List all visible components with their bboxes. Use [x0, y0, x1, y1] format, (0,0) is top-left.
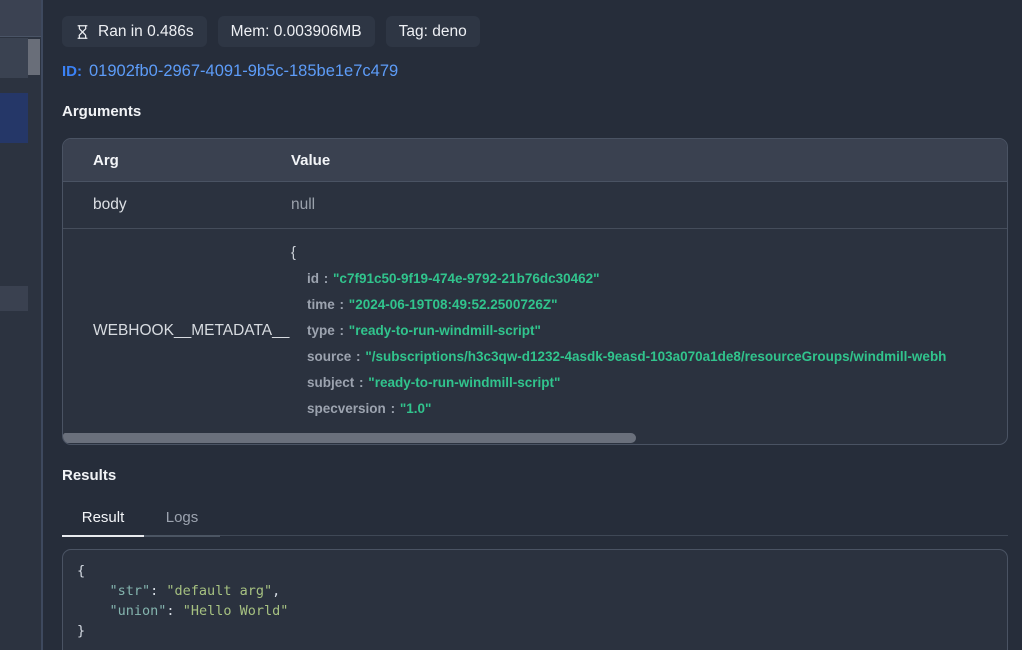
run-detail-panel: Ran in 0.486s Mem: 0.003906MB Tag: deno …: [43, 0, 1022, 650]
table-horizontal-scrollbar[interactable]: [63, 433, 1007, 444]
table-row-webhook-metadata: WEBHOOK__METADATA__ { id : "c7f91c50-9f1…: [63, 229, 1007, 431]
sidebar-lower-block[interactable]: [0, 286, 28, 311]
json-key: source: [307, 349, 351, 364]
result-close-brace: }: [77, 621, 993, 641]
result-line-union: "union": "Hello World": [77, 601, 993, 621]
json-value: "/subscriptions/h3c3qw-d1232-4asdk-9easd…: [365, 349, 946, 364]
json-object-viewer: { id : "c7f91c50-9f19-474e-9792-21b76dc3…: [291, 240, 1007, 422]
result-value: "Hello World": [183, 603, 289, 619]
result-json-output: { "str": "default arg", "union": "Hello …: [62, 549, 1008, 650]
arg-name-body: body: [63, 196, 291, 214]
results-tabs: Result Logs: [62, 501, 1008, 536]
json-entry-time: time : "2024-06-19T08:49:52.2500726Z": [307, 292, 1007, 318]
sidebar-selected-node[interactable]: [0, 93, 28, 143]
result-open-brace: {: [77, 561, 993, 581]
json-value: "ready-to-run-windmill-script": [349, 323, 541, 338]
result-comma: ,: [272, 583, 280, 599]
arguments-table: Arg Value body null WEBHOOK__METADATA__ …: [62, 138, 1008, 445]
table-horizontal-scrollbar-thumb[interactable]: [63, 433, 636, 443]
result-key: "str": [110, 583, 151, 599]
sidebar-strip: [0, 0, 41, 650]
column-header-value: Value: [291, 152, 1007, 169]
json-open-brace: {: [291, 240, 1007, 266]
results-heading: Results: [62, 467, 1008, 484]
job-id-line: ID: 01902fb0-2967-4091-9b5c-185be1e7c479: [62, 62, 1008, 81]
json-key: type: [307, 323, 335, 338]
json-colon: :: [358, 375, 365, 390]
json-colon: :: [355, 349, 362, 364]
arguments-heading: Arguments: [62, 103, 1008, 120]
json-value: "c7f91c50-9f19-474e-9792-21b76dc30462": [333, 271, 600, 286]
json-value: "2024-06-19T08:49:52.2500726Z": [349, 297, 558, 312]
arg-name-webhook-metadata: WEBHOOK__METADATA__: [63, 240, 291, 422]
json-entries: id : "c7f91c50-9f19-474e-9792-21b76dc304…: [291, 266, 1007, 422]
sidebar-vertical-scrollbar-thumb[interactable]: [28, 39, 40, 75]
tab-result[interactable]: Result: [62, 501, 144, 537]
hourglass-icon: [75, 24, 90, 40]
json-key: specversion: [307, 401, 386, 416]
json-value: "1.0": [400, 401, 432, 416]
memory-badge: Mem: 0.003906MB: [218, 16, 375, 47]
column-header-arg: Arg: [63, 152, 291, 169]
json-colon: :: [339, 297, 346, 312]
result-line-str: "str": "default arg",: [77, 581, 993, 601]
json-entry-type: type : "ready-to-run-windmill-script": [307, 318, 1007, 344]
run-duration-label: Ran in 0.486s: [98, 23, 194, 41]
table-row-body: body null: [63, 182, 1007, 229]
job-id-label: ID:: [62, 63, 82, 80]
tag-label: Tag: deno: [399, 23, 467, 41]
arguments-table-header: Arg Value: [63, 139, 1007, 182]
json-entry-specversion: specversion : "1.0": [307, 396, 1007, 422]
run-stat-badges: Ran in 0.486s Mem: 0.003906MB Tag: deno: [62, 16, 1008, 47]
json-entry-id: id : "c7f91c50-9f19-474e-9792-21b76dc304…: [307, 266, 1007, 292]
sidebar-header-block: [0, 0, 41, 37]
result-colon: :: [150, 583, 166, 599]
json-entry-source: source : "/subscriptions/h3c3qw-d1232-4a…: [307, 344, 1007, 370]
json-value: "ready-to-run-windmill-script": [368, 375, 560, 390]
json-key: time: [307, 297, 335, 312]
json-key: subject: [307, 375, 354, 390]
sidebar-item-block[interactable]: [0, 38, 28, 78]
job-id-value[interactable]: 01902fb0-2967-4091-9b5c-185be1e7c479: [89, 62, 398, 81]
indent: [77, 583, 110, 599]
tab-logs[interactable]: Logs: [144, 501, 220, 537]
json-colon: :: [323, 271, 330, 286]
json-key: id: [307, 271, 319, 286]
result-value: "default arg": [166, 583, 272, 599]
result-colon: :: [166, 603, 182, 619]
result-key: "union": [110, 603, 167, 619]
json-colon: :: [390, 401, 397, 416]
run-duration-badge: Ran in 0.486s: [62, 16, 207, 47]
json-entry-subject: subject : "ready-to-run-windmill-script": [307, 370, 1007, 396]
json-colon: :: [339, 323, 346, 338]
tag-badge: Tag: deno: [386, 16, 480, 47]
arg-value-null: null: [291, 196, 1007, 214]
indent: [77, 603, 110, 619]
memory-label: Mem: 0.003906MB: [231, 23, 362, 41]
